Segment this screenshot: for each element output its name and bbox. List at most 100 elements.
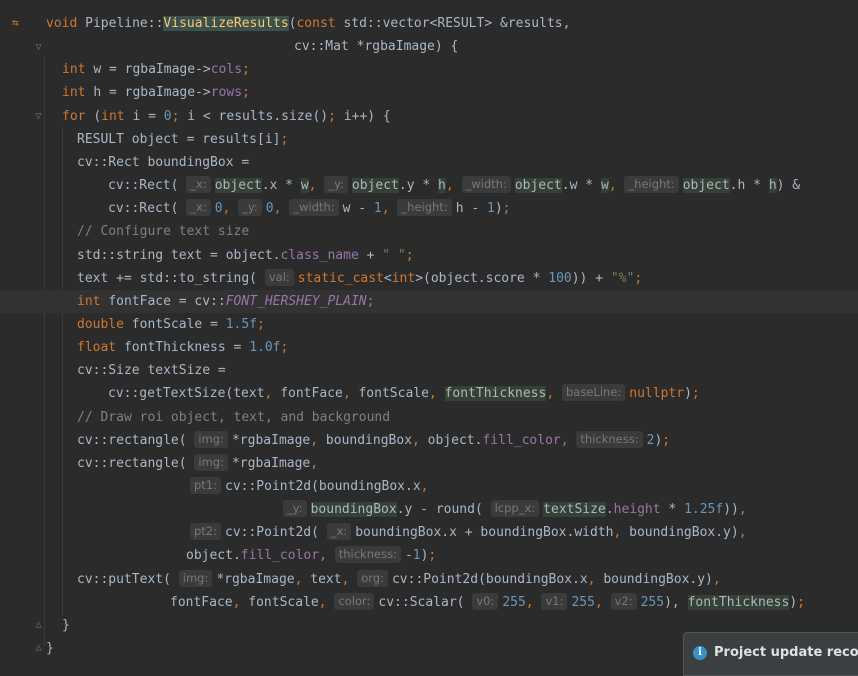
code-token: *rgbaImage <box>216 571 295 587</box>
code-token: , <box>412 432 428 448</box>
code-line[interactable]: // Draw roi object, text, and background <box>0 406 858 429</box>
code-line[interactable]: text += std::to_string( val: static_cast<… <box>0 267 858 290</box>
code-token: ; <box>405 247 414 263</box>
code-token: const <box>296 16 344 31</box>
code-line[interactable]: pt1: cv::Point2d(boundingBox.x, <box>0 475 858 498</box>
code-token: cv::getTextSize(text <box>108 386 265 402</box>
code-editor[interactable]: ⇆ ▽ ▽ △ △ void Pipeline::VisualizeResult… <box>0 0 858 671</box>
project-update-notification[interactable]: i Project update recomme <box>683 632 858 676</box>
code-token: nullptr <box>629 386 685 402</box>
parameter-hint: _x: <box>186 199 211 217</box>
code-token: cv::rectangle( <box>77 455 195 471</box>
code-token: i++) { <box>343 108 391 124</box>
info-icon: i <box>693 646 707 660</box>
code-line[interactable]: // Configure text size <box>0 220 858 243</box>
code-line[interactable]: int w = rgbaImage->cols; <box>0 58 858 81</box>
code-token: , <box>738 502 747 518</box>
code-token: int <box>391 270 416 286</box>
code-token: 0 <box>163 108 172 124</box>
code-token: // Draw roi object, text, and background <box>77 409 391 425</box>
code-token: ( <box>93 108 102 124</box>
code-token: fontThickness = <box>123 340 250 356</box>
code-token: boundingBox <box>310 502 397 518</box>
code-line[interactable]: cv::rectangle( img: *rgbaImage, boundingB… <box>0 429 858 452</box>
code-line[interactable]: _y: boundingBox.y - round( lcpp_x: textSiz… <box>0 498 858 521</box>
code-token: VisualizeResults <box>163 16 289 31</box>
code-token: fontScale <box>358 386 429 402</box>
code-token: , <box>594 594 611 610</box>
parameter-hint: _x: <box>326 523 352 541</box>
code-token: ; <box>242 85 250 101</box>
code-line[interactable]: RESULT object = results[i]; <box>0 128 858 151</box>
code-token: ; <box>366 293 375 309</box>
code-token: w - <box>342 201 374 217</box>
parameter-hint: org: <box>357 569 388 587</box>
code-token: ; <box>257 316 265 332</box>
code-line[interactable]: cv::Rect boundingBox = <box>0 151 858 174</box>
code-token: , <box>232 594 249 610</box>
code-token: ; <box>280 340 289 356</box>
parameter-hint: _y: <box>238 199 262 217</box>
code-line[interactable]: void Pipeline::VisualizeResults(const st… <box>0 12 858 35</box>
code-token: int <box>77 293 109 309</box>
code-token: cv::Rect( <box>108 178 187 194</box>
code-line[interactable]: float fontThickness = 1.0f; <box>0 336 858 359</box>
code-token: boundingBox <box>325 432 413 448</box>
code-token: , <box>587 571 604 587</box>
code-token: ) & <box>776 178 801 194</box>
code-line[interactable]: pt2: cv::Point2d( _x: boundingBox.x + boun… <box>0 521 858 544</box>
code-token: .y * <box>398 178 439 194</box>
parameter-hint: val: <box>264 268 294 286</box>
code-line[interactable]: cv::getTextSize(text, fontFace, fontScal… <box>0 382 858 405</box>
code-token: h <box>438 178 446 194</box>
code-token: , <box>445 178 462 194</box>
code-token: 1 <box>412 548 421 564</box>
code-token: boundingBox.y) <box>603 571 713 587</box>
code-token: , <box>319 548 335 564</box>
code-token: Pipeline:: <box>85 16 164 31</box>
code-token: fontFace <box>170 594 233 610</box>
parameter-hint: _width: <box>289 199 339 217</box>
code-line[interactable]: std::string text = object.class_name + "… <box>0 244 858 267</box>
code-token: 1 <box>487 201 495 217</box>
code-line[interactable]: int h = rgbaImage->rows; <box>0 81 858 104</box>
code-token: .w * <box>561 178 601 194</box>
code-token: cv::Point2d(boundingBox.x <box>225 479 421 494</box>
code-token: i < results.size() <box>187 108 329 124</box>
code-token: .y - round( <box>396 502 491 518</box>
code-line[interactable]: cv::putText( img: *rgbaImage, text, org: c… <box>0 568 858 591</box>
notification-text: Project update recomme <box>714 645 858 660</box>
code-line[interactable]: cv::Size textSize = <box>0 359 858 382</box>
code-line[interactable]: for (int i = 0; i < results.size(); i++)… <box>0 105 858 128</box>
code-line[interactable]: int fontFace = cv::FONT_HERSHEY_PLAIN; <box>0 289 858 313</box>
code-token: } <box>62 617 70 633</box>
code-token: ; <box>797 594 805 610</box>
code-token: height <box>613 502 661 518</box>
code-line[interactable]: cv::rectangle( img: *rgbaImage, <box>0 452 858 475</box>
parameter-hint: v1: <box>541 592 568 610</box>
code-line[interactable]: fontFace, fontScale, color: cv::Scalar( v… <box>0 591 858 614</box>
code-line[interactable]: object.fill_color, thickness: -1); <box>0 544 858 567</box>
code-token: boundingBox.y) <box>629 525 739 541</box>
code-token: 1 <box>373 201 382 217</box>
code-token: cv::putText( <box>77 571 179 587</box>
code-token: . <box>605 502 614 518</box>
code-token: , <box>294 571 311 587</box>
code-token: ; <box>328 108 344 124</box>
code-token: , <box>342 386 359 402</box>
code-line[interactable]: cv::Rect( _x: 0, _y: 0, _width: w - 1, _hei… <box>0 197 858 220</box>
code-line[interactable]: cv::Mat *rgbaImage) { <box>0 35 858 58</box>
code-token: textSize <box>543 502 606 518</box>
code-token: < <box>383 270 392 286</box>
code-token: + <box>358 247 383 263</box>
code-token: 1.25f <box>684 502 724 518</box>
code-token: 255 <box>502 594 526 610</box>
code-line[interactable]: double fontScale = 1.5f; <box>0 313 858 336</box>
code-token: ; <box>171 108 188 124</box>
code-token: fontFace <box>280 386 343 402</box>
code-line[interactable]: cv::Rect( _x: object.x * w, _y: object.y *… <box>0 174 858 197</box>
code-token: ; <box>428 548 437 564</box>
code-token: , <box>546 386 562 402</box>
code-token: *rgbaImage <box>231 455 311 471</box>
code-token: cv::Point2d( <box>225 525 327 541</box>
